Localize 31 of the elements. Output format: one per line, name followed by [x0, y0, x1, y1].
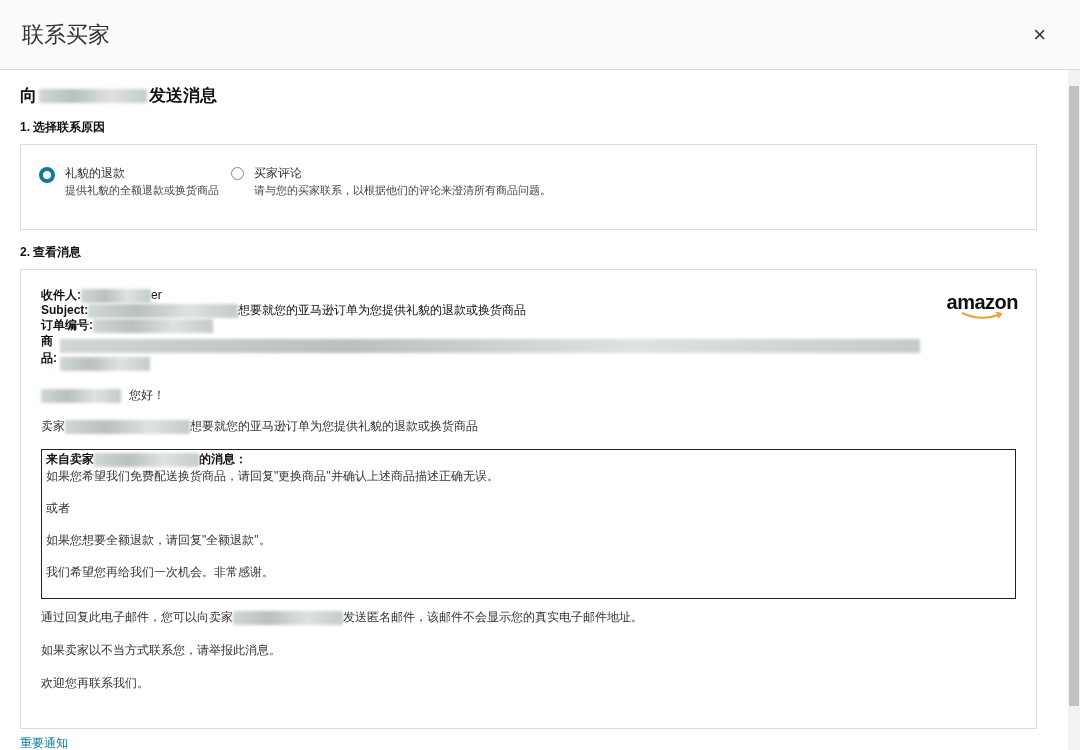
- seller-message-title: 的消息：: [199, 452, 247, 467]
- field-label: 收件人:: [41, 288, 81, 303]
- close-button[interactable]: ×: [1029, 21, 1050, 48]
- heading-text: 发送消息: [149, 85, 217, 107]
- step-label: 2. 查看消息: [20, 244, 83, 261]
- dialog-title: 联系买家: [22, 20, 110, 49]
- radio-button[interactable]: [39, 167, 55, 183]
- message-text: 欢迎您再联系我们。: [41, 675, 150, 692]
- step-label: 1. 选择联系原因: [20, 119, 107, 136]
- greeting-text: 您好！: [129, 387, 165, 404]
- scrollbar[interactable]: [1068, 70, 1080, 750]
- message-text: 通过回复此电子邮件，您可以向卖家: [41, 609, 233, 626]
- message-text: 发送匿名邮件，该邮件不会显示您的真实电子邮件地址。: [343, 609, 643, 626]
- seller-message-title: 来自卖家: [46, 452, 94, 467]
- message-text: 或者: [46, 500, 71, 517]
- message-text: 想要就您的亚马逊订单为您提供礼貌的退款或换货商品: [190, 418, 478, 435]
- message-text: 如果您想要全额退款，请回复"全额退款"。: [46, 532, 272, 549]
- heading-text: 向: [20, 85, 37, 107]
- message-text: 卖家: [41, 418, 65, 435]
- amazon-logo: amazon: [946, 292, 1018, 320]
- field-value: 想要就您的亚马逊订单为您提供礼貌的退款或换货商品: [238, 303, 527, 318]
- message-text: 如果您希望我们免费配送换货商品，请回复"更换商品"并确认上述商品描述正确无误。: [46, 468, 500, 485]
- field-label: Subject:: [41, 303, 89, 318]
- notice-link[interactable]: 重要通知: [20, 735, 68, 750]
- reason-option[interactable]: 礼貌的退款 提供礼貌的全额退款或换货商品: [39, 165, 219, 229]
- message-text: 如果卖家以不当方式联系您，请举报此消息。: [41, 642, 282, 659]
- reason-option[interactable]: 买家评论 请与您的买家联系，以根据他们的评论来澄清所有商品问题。: [231, 165, 551, 229]
- field-value: er: [151, 288, 162, 303]
- field-label: 商品:: [41, 333, 55, 367]
- field-label: 订单编号:: [41, 318, 93, 333]
- message-text: 我们希望您再给我们一次机会。非常感谢。: [46, 564, 275, 581]
